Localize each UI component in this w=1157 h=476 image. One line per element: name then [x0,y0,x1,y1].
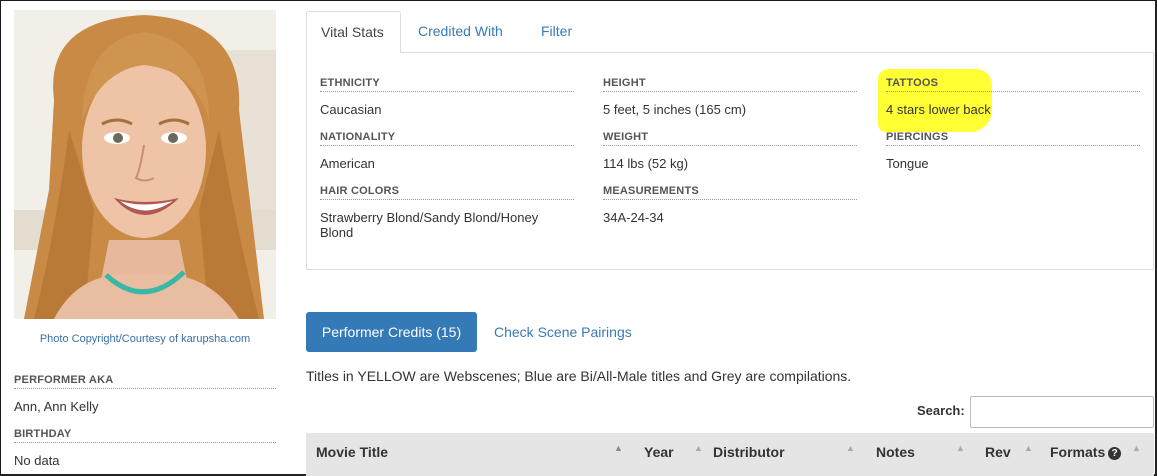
piercings-value: Tongue [886,156,929,171]
photo-copyright[interactable]: Photo Copyright/Courtesy of karupsha.com [14,333,276,346]
height-value: 5 feet, 5 inches (165 cm) [603,102,747,117]
hair-colors-label: HAIR COLORS [320,185,574,200]
weight-value: 114 lbs (52 kg) [603,156,689,171]
performer-credits-button[interactable]: Performer Credits (15) [306,312,477,352]
tattoos-value: 4 stars lower back [886,102,991,117]
stats-tabs: Vital Stats Credited With Filter [306,11,1154,53]
sort-icon[interactable]: ▲ [956,443,965,453]
search-input[interactable] [970,396,1154,428]
birthday-label: BIRTHDAY [14,428,276,443]
performer-photo[interactable] [14,10,276,319]
column-header-movie-title[interactable]: Movie Title [316,433,388,476]
search-label: Search: [917,403,965,418]
credits-legend-note: Titles in YELLOW are Webscenes; Blue are… [306,368,852,384]
credits-table-header: Movie Title ▲ Year ▲ Distributor ▲ Notes… [306,433,1154,476]
column-header-formats[interactable]: Formats? [1050,433,1122,476]
measurements-value: 34A-24-34 [603,210,664,225]
sort-icon[interactable]: ▲ [1024,443,1033,453]
tattoos-label: TATTOOS [886,77,1140,92]
height-label: HEIGHT [603,77,857,92]
check-scene-pairings-link[interactable]: Check Scene Pairings [494,312,632,352]
hair-colors-value: Strawberry Blond/Sandy Blond/Honey Blond [320,210,539,240]
birthday-value: No data [14,453,60,468]
ethnicity-label: ETHNICITY [320,77,574,92]
column-header-year[interactable]: Year [644,433,674,476]
weight-label: WEIGHT [603,131,857,146]
sort-icon[interactable]: ▲ [1132,443,1141,453]
column-header-notes[interactable]: Notes [876,433,915,476]
tab-credited-with[interactable]: Credited With [404,11,517,53]
question-circle-icon[interactable]: ? [1108,447,1122,460]
piercings-label: PIERCINGS [886,131,1140,146]
performer-aka-label: PERFORMER AKA [14,374,276,389]
sort-icon[interactable]: ▲ [846,443,855,453]
formats-label: Formats [1050,444,1106,460]
performer-photo-image [14,10,276,319]
nationality-label: NATIONALITY [320,131,574,146]
performer-aka-value: Ann, Ann Kelly [14,399,99,414]
tab-filter[interactable]: Filter [527,11,586,53]
column-header-distributor[interactable]: Distributor [713,433,785,476]
sort-icon[interactable]: ▲ [694,443,703,453]
measurements-label: MEASUREMENTS [603,185,857,200]
ethnicity-value: Caucasian [320,102,382,117]
tab-vital-stats[interactable]: Vital Stats [306,11,401,53]
sort-up-icon[interactable]: ▲ [614,443,623,453]
column-header-rev[interactable]: Rev [985,433,1011,476]
nationality-value: American [320,156,375,171]
